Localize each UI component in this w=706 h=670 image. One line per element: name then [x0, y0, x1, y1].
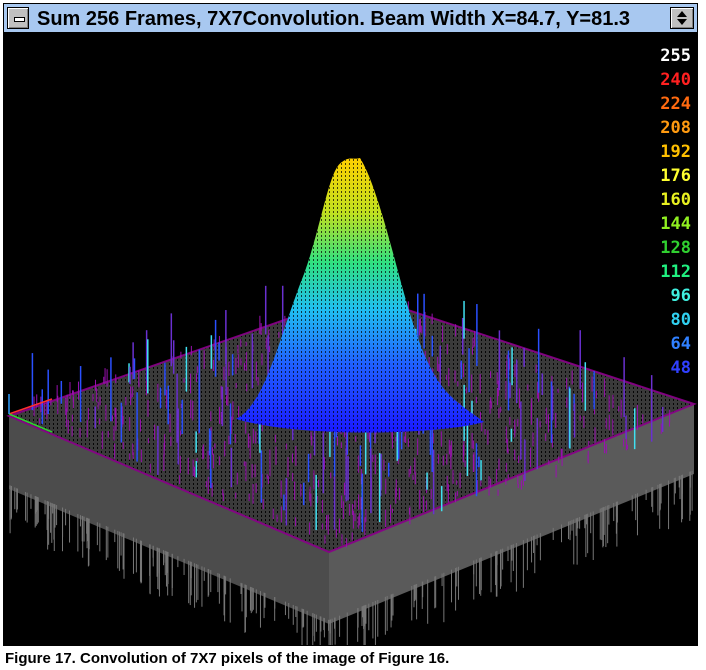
scale-label: 240	[660, 70, 691, 90]
scale-label: 96	[670, 286, 691, 306]
scale-label: 255	[660, 46, 691, 66]
scale-label: 128	[660, 238, 691, 258]
scale-label: 144	[660, 214, 691, 234]
down-arrow-icon	[677, 19, 687, 25]
figure-caption: Figure 17. Convolution of 7X7 pixels of …	[5, 650, 450, 667]
scale-label: 208	[660, 118, 691, 138]
scale-label: 64	[670, 334, 691, 354]
system-menu-button[interactable]	[7, 7, 29, 29]
beam-profile-window: Sum 256 Frames, 7X7Convolution. Beam Wid…	[3, 3, 698, 646]
scale-label: 80	[670, 310, 691, 330]
scale-label: 48	[670, 358, 691, 378]
resize-button[interactable]	[670, 7, 694, 29]
title-bar[interactable]: Sum 256 Frames, 7X7Convolution. Beam Wid…	[4, 4, 697, 34]
up-arrow-icon	[677, 11, 687, 17]
scale-label: 176	[660, 166, 691, 186]
beam-3d-plot	[6, 158, 697, 645]
scale-label: 112	[660, 262, 691, 282]
scale-label: 160	[660, 190, 691, 210]
minus-icon	[14, 17, 25, 22]
scale-label: 192	[660, 142, 691, 162]
scale-label: 224	[660, 94, 691, 114]
color-scale: 255 240 224 208 192 176 160 144 128 112 96 80 64 48	[641, 44, 691, 380]
window-title: Sum 256 Frames, 7X7Convolution. Beam Wid…	[37, 8, 631, 30]
